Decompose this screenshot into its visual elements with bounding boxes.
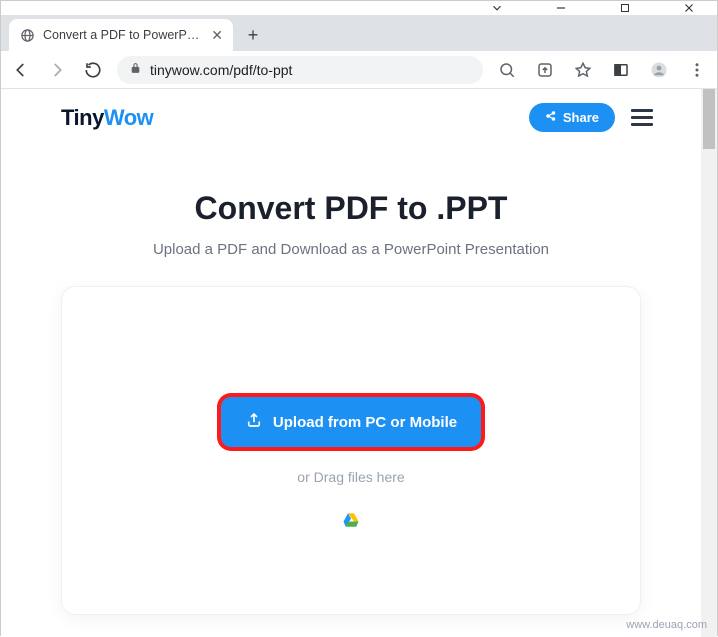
- profile-icon[interactable]: [647, 58, 671, 82]
- window-titlebar: [1, 1, 717, 15]
- browser-tab[interactable]: Convert a PDF to PowerPoint On ✕: [9, 19, 233, 51]
- globe-icon: [19, 27, 35, 43]
- tab-title: Convert a PDF to PowerPoint On: [43, 28, 203, 42]
- zoom-icon[interactable]: [495, 58, 519, 82]
- page-title: Convert PDF to .PPT: [21, 190, 681, 227]
- upload-button[interactable]: Upload from PC or Mobile: [221, 397, 481, 447]
- browser-tabstrip: Convert a PDF to PowerPoint On ✕ +: [1, 15, 717, 51]
- window-dropdown-icon[interactable]: [477, 1, 517, 15]
- upload-card: Upload from PC or Mobile or Drag files h…: [61, 286, 641, 615]
- window-close-icon[interactable]: [669, 1, 709, 15]
- share-button-label: Share: [563, 110, 599, 125]
- watermark-text: www.deuaq.com: [626, 619, 707, 631]
- share-button[interactable]: Share: [529, 103, 615, 132]
- forward-button[interactable]: [45, 58, 69, 82]
- google-drive-icon[interactable]: [340, 509, 362, 531]
- site-logo[interactable]: TinyWow: [61, 105, 153, 131]
- back-button[interactable]: [9, 58, 33, 82]
- lock-icon: [129, 62, 142, 78]
- upload-button-label: Upload from PC or Mobile: [273, 414, 457, 431]
- window-minimize-icon[interactable]: [541, 1, 581, 15]
- page-viewport: TinyWow Share Convert PDF to .PPT Upload…: [1, 89, 717, 637]
- address-bar[interactable]: tinywow.com/pdf/to-ppt: [117, 56, 483, 84]
- menu-icon[interactable]: [631, 109, 653, 126]
- share-page-icon[interactable]: [533, 58, 557, 82]
- new-tab-button[interactable]: +: [239, 21, 267, 49]
- vertical-scrollbar[interactable]: [701, 89, 717, 637]
- url-text: tinywow.com/pdf/to-ppt: [150, 62, 292, 78]
- hero-section: Convert PDF to .PPT Upload a PDF and Dow…: [1, 142, 701, 286]
- tab-close-icon[interactable]: ✕: [211, 27, 223, 44]
- browser-toolbar: tinywow.com/pdf/to-ppt: [1, 51, 717, 89]
- bookmark-icon[interactable]: [571, 58, 595, 82]
- site-header: TinyWow Share: [1, 89, 701, 142]
- kebab-menu-icon[interactable]: [685, 58, 709, 82]
- logo-text-1: Tiny: [61, 105, 104, 130]
- window-maximize-icon[interactable]: [605, 1, 645, 15]
- logo-text-2: Wow: [104, 105, 153, 130]
- drag-files-label: or Drag files here: [82, 469, 620, 485]
- toolbar-actions: [495, 58, 709, 82]
- sidepanel-icon[interactable]: [609, 58, 633, 82]
- upload-icon: [245, 411, 263, 433]
- page-subtitle: Upload a PDF and Download as a PowerPoin…: [21, 241, 681, 258]
- reload-button[interactable]: [81, 58, 105, 82]
- share-icon: [545, 110, 557, 125]
- scrollbar-thumb[interactable]: [703, 89, 715, 149]
